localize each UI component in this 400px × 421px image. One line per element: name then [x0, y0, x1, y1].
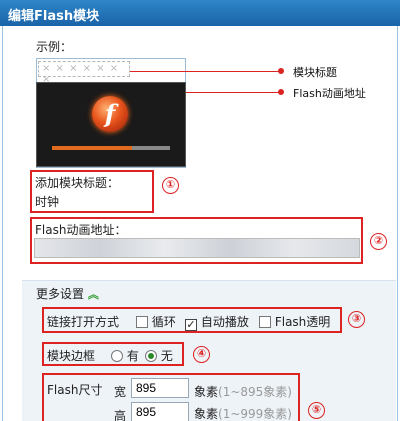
- add-title-label: 添加模块标题：: [35, 176, 120, 190]
- flash-address-label: Flash动画地址：: [35, 223, 127, 237]
- transparent-option[interactable]: Flash透明: [259, 313, 330, 330]
- flash-logo-letter: f: [104, 99, 116, 128]
- dialog-title: 编辑Flash模块: [0, 0, 400, 26]
- border-yes-label: 有: [126, 349, 139, 363]
- autoplay-option[interactable]: 自动播放: [185, 313, 249, 331]
- height-unit-text: 象素: [194, 407, 219, 421]
- marker-1: ①: [162, 177, 179, 194]
- border-no-label: 无: [160, 349, 173, 363]
- height-unit: 象素(1~999象素): [194, 405, 292, 421]
- callout-flash-address: Flash动画地址: [293, 87, 366, 100]
- autoplay-label: 自动播放: [200, 315, 249, 329]
- chevron-up-icon: ︽: [87, 288, 99, 301]
- title-placeholder: × × × × × × ×: [38, 61, 130, 85]
- height-hint: (1~999象素): [218, 407, 292, 421]
- flash-address-input[interactable]: [34, 238, 360, 258]
- marker-5: ⑤: [308, 402, 325, 419]
- height-input[interactable]: [131, 402, 189, 421]
- autoplay-checkbox[interactable]: [185, 319, 197, 331]
- callout-dot-flash: [278, 89, 284, 95]
- flash-progress-fill: [52, 146, 132, 150]
- more-settings-toggle[interactable]: 更多设置 ︽: [36, 285, 99, 302]
- loop-option[interactable]: 循环: [136, 313, 176, 330]
- link-open-label: 链接打开方式: [47, 315, 120, 329]
- callout-dot-title: [278, 68, 284, 74]
- loop-checkbox[interactable]: [136, 316, 148, 328]
- sample-label: 示例：: [36, 40, 73, 54]
- callout-module-title: 模块标题: [293, 66, 337, 79]
- border-label: 模块边框: [47, 349, 96, 363]
- callout-line-flash: [186, 92, 280, 93]
- border-no-option[interactable]: 无: [145, 347, 173, 364]
- size-label: Flash尺寸: [47, 383, 103, 397]
- marker-2: ②: [370, 233, 387, 250]
- loop-label: 循环: [151, 315, 176, 329]
- width-label: 宽: [114, 385, 127, 399]
- callout-line-title: [130, 71, 280, 72]
- more-settings-label: 更多设置: [36, 287, 85, 301]
- width-hint: (1~895象素): [218, 385, 292, 399]
- border-yes-radio[interactable]: [111, 350, 123, 362]
- marker-4: ④: [193, 346, 210, 363]
- border-yes-option[interactable]: 有: [111, 347, 139, 364]
- width-unit-text: 象素: [194, 385, 219, 399]
- height-label: 高: [114, 409, 127, 421]
- border-no-radio[interactable]: [145, 350, 157, 362]
- transparent-checkbox[interactable]: [259, 316, 271, 328]
- width-input[interactable]: [131, 378, 189, 398]
- add-title-value[interactable]: 时钟: [35, 193, 59, 210]
- width-unit: 象素(1~895象素): [194, 383, 292, 400]
- marker-3: ③: [348, 311, 365, 328]
- transparent-label: Flash透明: [274, 315, 331, 329]
